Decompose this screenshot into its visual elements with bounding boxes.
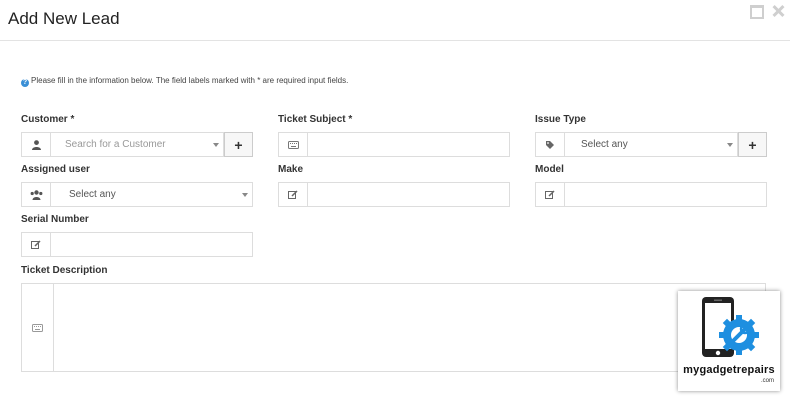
model-input[interactable]: [535, 182, 767, 207]
users-icon: [22, 183, 51, 206]
info-text-row: ? Please fill in the information below. T…: [21, 76, 348, 87]
ticket-subject-input[interactable]: [278, 132, 510, 157]
assigned-user-value: Select any: [69, 189, 116, 200]
serial-number-label: Serial Number: [21, 214, 89, 225]
keyboard-icon: [22, 284, 54, 371]
tag-icon: [536, 133, 565, 156]
edit-icon: [279, 183, 308, 206]
phone-gear-icon: [702, 297, 759, 357]
add-issue-type-button[interactable]: +: [738, 132, 767, 157]
issue-type-value: Select any: [581, 139, 628, 150]
chevron-down-icon: [727, 143, 733, 147]
mygadgetrepairs-logo: mygadgetrepairs .com: [678, 291, 780, 391]
add-customer-button[interactable]: +: [224, 132, 253, 157]
maximize-button[interactable]: [750, 4, 764, 19]
modal-header: Add New Lead: [0, 0, 790, 41]
keyboard-icon: [279, 133, 308, 156]
customer-select[interactable]: Search for a Customer: [21, 132, 224, 157]
logo-sub: .com: [760, 378, 774, 384]
model-label: Model: [535, 164, 564, 175]
assigned-user-label: Assigned user: [21, 164, 90, 175]
modal-title: Add New Lead: [8, 9, 120, 28]
edit-icon: [536, 183, 565, 206]
customer-label: Customer *: [21, 114, 75, 125]
ticket-subject-label: Ticket Subject *: [278, 114, 353, 125]
edit-icon: [22, 233, 51, 256]
question-circle-icon: ?: [21, 79, 29, 87]
assigned-user-select[interactable]: Select any: [21, 182, 253, 207]
ticket-description-textarea[interactable]: [21, 283, 766, 372]
info-text: Please fill in the information below. Th…: [31, 76, 349, 85]
chevron-down-icon: [213, 143, 219, 147]
issue-type-select[interactable]: Select any: [535, 132, 738, 157]
user-icon: [22, 133, 51, 156]
customer-placeholder: Search for a Customer: [65, 139, 166, 150]
ticket-description-label: Ticket Description: [21, 265, 108, 276]
maximize-icon: [750, 5, 764, 19]
serial-number-input[interactable]: [21, 232, 253, 257]
logo-text: mygadgetrepairs: [683, 364, 775, 376]
chevron-down-icon: [242, 193, 248, 197]
issue-type-label: Issue Type: [535, 114, 586, 125]
make-input[interactable]: [278, 182, 510, 207]
make-label: Make: [278, 164, 304, 175]
close-button[interactable]: [771, 4, 785, 18]
